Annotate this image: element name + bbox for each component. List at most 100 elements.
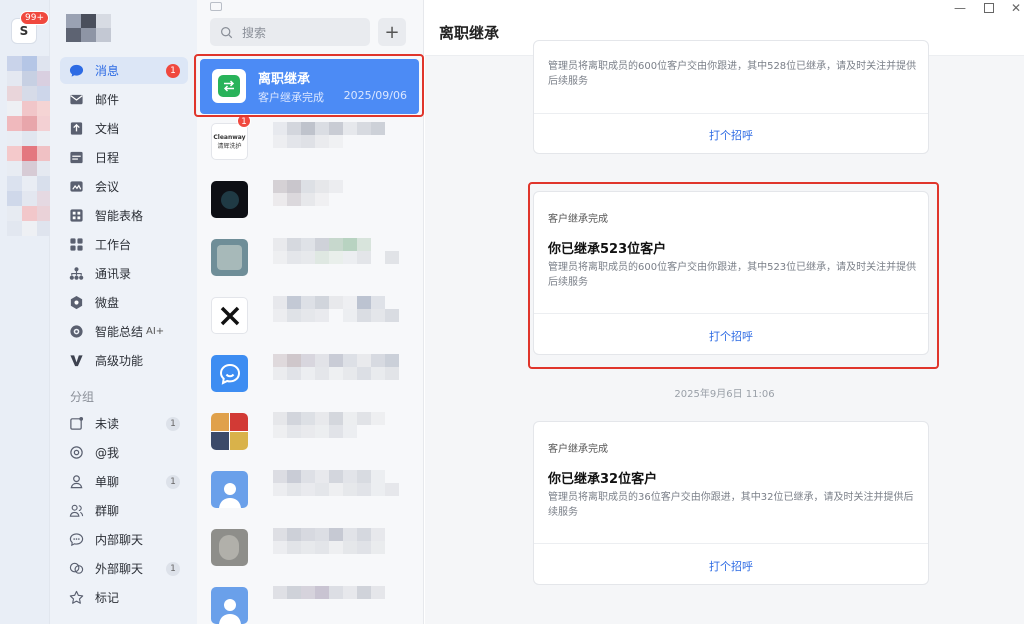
external-chat-count: 1 [166,562,180,576]
blurred-conversation-text [259,412,417,452]
people-icon [69,503,84,518]
support-chat-icon [219,363,240,385]
single-chat-count: 1 [166,475,180,489]
nav-item-label: 通讯录 [95,267,132,281]
message-card: 管理员将离职成员的600位客户交由你跟进，其中528位已继承，请及时关注并提供后… [533,40,929,154]
conversation-item[interactable]: Cleanway 清辉洗护 1 [197,112,424,170]
search-placeholder: 搜索 [242,25,267,40]
nav-item-label: 微盘 [95,296,120,310]
nav-item-advanced[interactable]: 高级功能 [60,347,188,374]
nav-item-mail[interactable]: 邮件 [60,86,188,113]
minimize-icon[interactable]: — [954,2,966,14]
group-item-external-chat[interactable]: 外部聊天 1 [60,555,188,582]
nav-item-messages[interactable]: 消息 1 [60,57,188,84]
blurred-conversation-text [259,122,417,162]
say-hello-button[interactable]: 打个招呼 [534,558,928,574]
group-item-unread[interactable]: 未读 1 [60,410,188,437]
conversation-item[interactable] [197,344,424,402]
blurred-conversation-text [259,180,417,220]
nav-item-label: 文档 [95,122,120,136]
group-item-label: 内部聊天 [95,533,144,547]
nav-item-meeting[interactable]: 会议 [60,173,188,200]
group-item-label: @我 [95,446,120,460]
unread-badge: 99+ [20,11,49,25]
chat-title: 离职继承 [439,24,500,42]
chat-panel: 离职继承 — ✕ 管理员将离职成员的600位客户交由你跟进，其中528位已继承，… [425,0,1024,624]
nav-item-drive[interactable]: 微盘 [60,289,188,316]
message-timestamp: 2025年9月6日 11:06 [674,389,775,400]
person-icon [69,474,84,489]
nav-item-contacts[interactable]: 通讯录 [60,260,188,287]
blurred-conversation-text [259,296,417,336]
conversation-item[interactable] [197,518,424,576]
message-headline: 你已继承523位客户 [548,242,667,257]
user-avatar[interactable] [66,14,112,42]
group-item-internal-chat[interactable]: 内部聊天 [60,526,188,553]
group-item-single-chat[interactable]: 单聊 1 [60,468,188,495]
say-hello-button[interactable]: 打个招呼 [534,127,928,143]
grid-icon [69,237,84,252]
avatar-brand-subtext: 清辉洗护 [217,142,242,150]
close-icon[interactable]: ✕ [1010,2,1022,14]
nav-item-smart-sheet[interactable]: 智能表格 [60,202,188,229]
avatar-brand-text: Cleanway [213,133,246,141]
card-divider [534,313,928,314]
conversation-avatar [211,529,248,566]
group-item-label: 外部聊天 [95,562,144,576]
conversation-avatar [212,69,246,103]
conversation-date: 2025/09/06 [343,89,407,102]
nav-item-label: 智能表格 [95,209,144,223]
unread-icon [69,416,84,431]
maximize-icon[interactable] [984,3,994,13]
group-item-starred[interactable]: 标记 [60,584,188,611]
conversation-item[interactable] [197,228,424,286]
nav-item-calendar[interactable]: 日程 [60,144,188,171]
external-chat-icon [69,561,84,576]
group-item-mentions[interactable]: @我 [60,439,188,466]
group-item-label: 未读 [95,417,120,431]
nav-item-smart-summary[interactable]: 智能总结 AI+ [60,318,188,345]
say-hello-button[interactable]: 打个招呼 [534,328,928,344]
conversation-item-active[interactable]: 离职继承 客户继承完成 2025/09/06 [200,59,419,114]
summary-icon [69,324,84,339]
blurred-workspaces [7,56,53,336]
drive-icon [69,295,84,310]
search-input[interactable]: 搜索 [210,18,370,46]
app-rail: S 99+ [0,0,53,624]
default-user-icon [218,483,241,508]
nav-item-workbench[interactable]: 工作台 [60,231,188,258]
sidebar-toggle-icon[interactable] [210,2,222,11]
message-description: 管理员将离职成员的36位客户交由你跟进，其中32位已继承，请及时关注并提供后续服… [548,492,914,518]
add-button[interactable]: + [378,18,406,46]
conversation-preview: 客户继承完成 [258,91,324,104]
message-description: 管理员将离职成员的600位客户交由你跟进，其中528位已继承，请及时关注并提供后… [548,61,917,87]
nav-item-docs[interactable]: 文档 [60,115,188,142]
blurred-conversation-text [259,586,417,624]
message-card: 客户继承完成 你已继承523位客户 管理员将离职成员的600位客户交由你跟进，其… [533,191,929,355]
conversation-unread-badge: 1 [237,114,251,128]
group-item-group-chat[interactable]: 群聊 [60,497,188,524]
conversation-item[interactable] [197,170,424,228]
card-divider [534,543,928,544]
conversation-item[interactable] [197,402,424,460]
group-section-title: 分组 [70,390,95,404]
card-divider [534,113,928,114]
speech-bubble-icon [69,532,84,547]
blurred-conversation-text [259,354,417,394]
group-item-label: 群聊 [95,504,120,518]
conversation-avatar [211,181,248,218]
message-description: 管理员将离职成员的600位客户交由你跟进，其中523位已继承，请及时关注并提供后… [548,262,917,288]
meeting-icon [69,179,84,194]
v-icon [69,353,84,368]
plus-icon: + [384,21,400,43]
conversation-avatar [211,297,248,334]
conversation-item[interactable] [197,286,424,344]
group-item-label: 单聊 [95,475,120,489]
conversation-avatar: Cleanway 清辉洗护 [211,123,248,160]
conversation-avatar [211,239,248,276]
transfer-icon [223,80,235,92]
unread-count: 1 [166,417,180,431]
conversation-item[interactable] [197,460,424,518]
workspace-logo-letter: S [19,24,29,38]
conversation-item[interactable] [197,576,424,624]
